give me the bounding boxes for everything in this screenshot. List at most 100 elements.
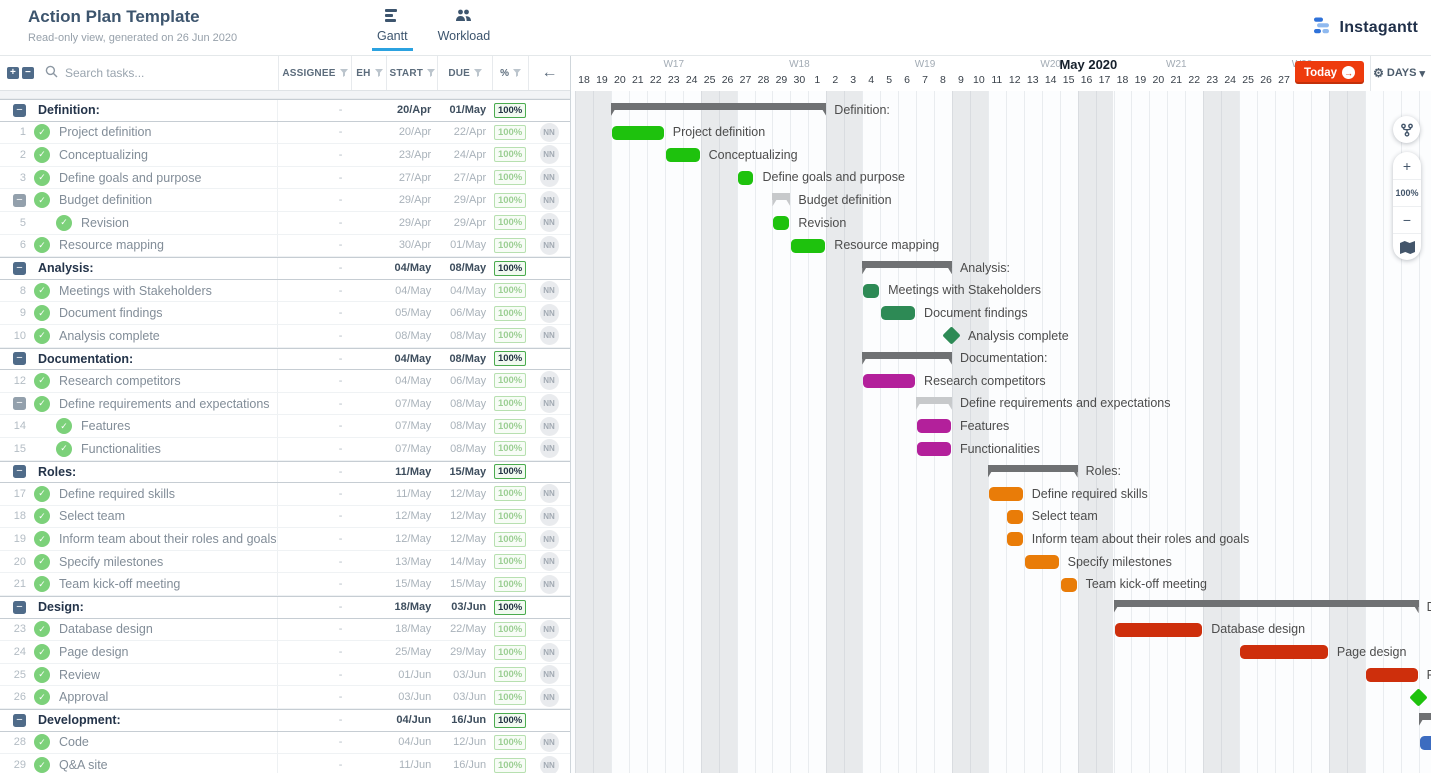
minimap-button[interactable] xyxy=(1393,233,1421,260)
collapse-group-button[interactable]: − xyxy=(13,601,26,614)
table-row[interactable]: 25✓Review-01/Jun03/Jun100%NN xyxy=(0,664,570,687)
collapse-subgroup-button[interactable]: − xyxy=(13,194,26,207)
summary-bar[interactable] xyxy=(1114,600,1419,613)
summary-bar[interactable] xyxy=(916,397,952,410)
table-row[interactable]: 8✓Meetings with Stakeholders-04/May04/Ma… xyxy=(0,280,570,303)
summary-bar[interactable] xyxy=(1419,713,1431,726)
task-bar[interactable] xyxy=(881,306,915,320)
table-row[interactable]: −Roles:-11/May15/May100% xyxy=(0,461,570,484)
table-row[interactable]: 17✓Define required skills-11/May12/May10… xyxy=(0,483,570,506)
progress-badge: 100% xyxy=(494,509,526,524)
summary-bar[interactable] xyxy=(862,352,952,365)
table-row[interactable]: −✓Budget definition-29/Apr29/Apr100%NN xyxy=(0,189,570,212)
due-date-cell: 12/May xyxy=(437,528,492,550)
column-header-assignee[interactable]: ASSIGNEE xyxy=(278,56,352,90)
summary-bar[interactable] xyxy=(611,103,826,116)
zoom-out-button[interactable]: − xyxy=(1393,206,1421,233)
collapse-group-button[interactable]: − xyxy=(13,714,26,727)
summary-bar[interactable] xyxy=(862,261,952,274)
table-row[interactable]: −Documentation:-04/May08/May100% xyxy=(0,348,570,371)
table-row[interactable]: 14✓Features-07/May08/May100%NN xyxy=(0,415,570,438)
tab-workload[interactable]: Workload xyxy=(433,7,496,51)
table-row[interactable]: 5✓Revision-29/Apr29/Apr100%NN xyxy=(0,212,570,235)
task-bar[interactable] xyxy=(863,284,879,298)
percent-cell: 100% xyxy=(492,349,528,370)
task-bar[interactable] xyxy=(666,148,700,162)
summary-bar[interactable] xyxy=(988,465,1078,478)
table-row[interactable]: 6✓Resource mapping-30/Apr01/May100%NN xyxy=(0,235,570,258)
task-bar[interactable] xyxy=(917,442,951,456)
task-bar[interactable] xyxy=(1025,555,1059,569)
table-row[interactable]: 24✓Page design-25/May29/May100%NN xyxy=(0,641,570,664)
collapse-group-button[interactable]: − xyxy=(13,104,26,117)
day-number: 12 xyxy=(1006,74,1024,86)
search-input[interactable] xyxy=(65,66,230,80)
table-row[interactable]: −Definition:-20/Apr01/May100% xyxy=(0,99,570,122)
column-header-eh[interactable]: EH xyxy=(351,56,386,90)
percent-header-label: % xyxy=(500,68,509,79)
today-button[interactable]: Today → xyxy=(1295,61,1364,84)
collapse-group-button[interactable]: − xyxy=(13,262,26,275)
table-row[interactable]: 23✓Database design-18/May22/May100%NN xyxy=(0,619,570,642)
table-row[interactable]: 21✓Team kick-off meeting-15/May15/May100… xyxy=(0,573,570,596)
assignee-avatar: NN xyxy=(540,213,559,232)
percent-cell: 100% xyxy=(492,754,528,773)
table-row[interactable]: 3✓Define goals and purpose-27/Apr27/Apr1… xyxy=(0,167,570,190)
day-number: 18 xyxy=(575,74,593,86)
task-bar[interactable] xyxy=(1366,668,1418,682)
collapse-panel-button[interactable]: ← xyxy=(528,56,570,90)
assignee-cell: - xyxy=(278,462,352,483)
task-bar[interactable] xyxy=(1007,510,1023,524)
table-row[interactable]: 15✓Functionalities-07/May08/May100%NN xyxy=(0,438,570,461)
day-gridline xyxy=(1275,91,1276,773)
table-row[interactable]: 1✓Project definition-20/Apr22/Apr100%NN xyxy=(0,122,570,145)
task-bar[interactable] xyxy=(738,171,754,185)
table-row[interactable]: 2✓Conceptualizing-23/Apr24/Apr100%NN xyxy=(0,144,570,167)
column-header-due[interactable]: DUE xyxy=(437,56,492,90)
expand-all-button[interactable]: + xyxy=(7,67,19,79)
bar-label: Research competitors xyxy=(924,374,1046,389)
table-row[interactable]: 18✓Select team-12/May12/May100%NN xyxy=(0,506,570,529)
table-row[interactable]: 29✓Q&A site-11/Jun16/Jun100%NN xyxy=(0,754,570,773)
collapse-all-button[interactable]: − xyxy=(22,67,34,79)
collapse-subgroup-button[interactable]: − xyxy=(13,397,26,410)
estimated-hours-cell xyxy=(351,462,386,483)
collapse-group-button[interactable]: − xyxy=(13,465,26,478)
task-bar[interactable] xyxy=(863,374,915,388)
table-row[interactable]: −Design:-18/May03/Jun100% xyxy=(0,596,570,619)
summary-bar[interactable] xyxy=(772,193,790,206)
table-row[interactable]: −Development:-04/Jun16/Jun100% xyxy=(0,709,570,732)
task-bar[interactable] xyxy=(791,239,825,253)
percent-cell: 100% xyxy=(492,619,528,641)
table-row[interactable]: 10✓Analysis complete-08/May08/May100%NN xyxy=(0,325,570,348)
task-bar[interactable] xyxy=(612,126,664,140)
task-bar[interactable] xyxy=(773,216,789,230)
task-bar[interactable] xyxy=(1061,578,1077,592)
task-bar[interactable] xyxy=(1115,623,1203,637)
table-row[interactable]: −Analysis:-04/May08/May100% xyxy=(0,257,570,280)
milestone-diamond[interactable] xyxy=(1409,688,1427,706)
column-header-percent[interactable]: % xyxy=(492,56,528,90)
tab-gantt[interactable]: Gantt xyxy=(372,7,413,51)
task-bar[interactable] xyxy=(989,487,1023,501)
estimated-hours-cell xyxy=(351,506,386,528)
zoom-in-button[interactable]: + xyxy=(1393,152,1421,179)
table-row[interactable]: 20✓Specify milestones-13/May14/May100%NN xyxy=(0,551,570,574)
task-tree-cell: 29✓Q&A site xyxy=(0,754,278,773)
start-date-cell: 08/May xyxy=(386,325,437,347)
column-header-start[interactable]: START xyxy=(386,56,437,90)
task-bar[interactable] xyxy=(917,419,951,433)
table-row[interactable]: 26✓Approval-03/Jun03/Jun100%NN xyxy=(0,686,570,709)
table-row[interactable]: 28✓Code-04/Jun12/Jun100%NN xyxy=(0,732,570,755)
collapse-group-button[interactable]: − xyxy=(13,352,26,365)
table-row[interactable]: 12✓Research competitors-04/May06/May100%… xyxy=(0,370,570,393)
zoom-scale-dropdown[interactable]: ⚙ DAYS ▾ xyxy=(1373,66,1425,80)
table-row[interactable]: 19✓Inform team about their roles and goa… xyxy=(0,528,570,551)
table-row[interactable]: −✓Define requirements and expectations-0… xyxy=(0,393,570,416)
dependencies-toggle-button[interactable] xyxy=(1393,116,1420,143)
task-bar[interactable] xyxy=(1007,532,1023,546)
percent-cell: 100% xyxy=(492,393,528,415)
table-row[interactable]: 9✓Document findings-05/May06/May100%NN xyxy=(0,302,570,325)
task-bar[interactable] xyxy=(1420,736,1431,750)
task-bar[interactable] xyxy=(1240,645,1328,659)
